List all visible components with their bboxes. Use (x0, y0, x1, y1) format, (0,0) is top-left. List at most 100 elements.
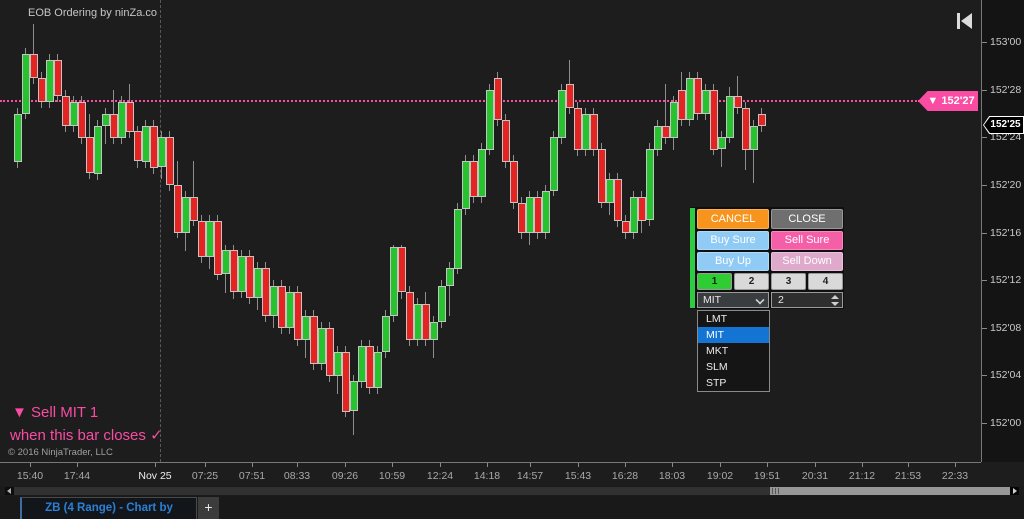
candle-body (414, 304, 422, 340)
time-axis-label: 09:26 (323, 470, 367, 482)
candle-body (110, 114, 118, 138)
candle-body (158, 137, 166, 167)
candle-body (174, 185, 182, 233)
dropdown-option-stp[interactable]: STP (698, 375, 769, 391)
quantity-value: 2 (778, 294, 784, 306)
dropdown-option-mit[interactable]: MIT (698, 327, 769, 343)
time-axis-tick (625, 463, 626, 467)
time-axis-tick (30, 463, 31, 467)
candle-body (454, 209, 462, 269)
price-axis-label: 152'12 (990, 274, 1021, 286)
candle-body (710, 90, 718, 150)
price-axis-label: 152'08 (990, 322, 1021, 334)
price-axis-tick (982, 280, 987, 281)
candle-body (678, 90, 686, 120)
candle-body (46, 60, 54, 102)
order-type-dropdown-list: LMT MIT MKT SLM STP (697, 310, 770, 392)
go-to-first-bar-icon[interactable] (956, 12, 974, 30)
time-axis-label: 19:51 (745, 470, 789, 482)
candle-body (718, 137, 726, 149)
time-axis[interactable]: 15:4017:44Nov 2507:2507:5108:3309:2610:5… (0, 462, 981, 485)
time-axis-label: 12:24 (418, 470, 462, 482)
cancel-orders-button[interactable]: CANCEL (697, 209, 769, 229)
quantity-preset-3-button[interactable]: 3 (771, 273, 806, 290)
candle-body (294, 292, 302, 340)
sell-signal-text: ▼ Sell MIT 1 (12, 404, 98, 421)
dropdown-option-mkt[interactable]: MKT (698, 343, 769, 359)
candle-body (558, 90, 566, 138)
candle-body (662, 126, 670, 138)
buy-sure-button[interactable]: Buy Sure (697, 231, 769, 250)
sell-signal-condition-text: when this bar closes ✓ (10, 426, 163, 444)
candle-body (406, 292, 414, 340)
tab-zb-chart[interactable]: ZB (4 Range) - Chart by ninZa.co (20, 497, 197, 519)
candle-body (654, 126, 662, 150)
price-axis-label: 152'00 (990, 417, 1021, 429)
time-axis-tick (392, 463, 393, 467)
dropdown-option-slm[interactable]: SLM (698, 359, 769, 375)
sell-sure-button[interactable]: Sell Sure (771, 231, 843, 250)
time-axis-tick (578, 463, 579, 467)
scrollbar-left-arrow[interactable] (5, 487, 14, 495)
time-axis-tick (155, 463, 156, 467)
current-price-label: 152'25 (984, 117, 1023, 133)
price-axis-tick (982, 185, 987, 186)
candle-body (254, 268, 262, 298)
candle-body (598, 149, 606, 203)
candle-body (478, 149, 486, 197)
close-position-button[interactable]: CLOSE (771, 209, 843, 229)
time-axis-label: 17:44 (55, 470, 99, 482)
price-axis-label: 152'04 (990, 369, 1021, 381)
candle-body (166, 137, 174, 185)
candle-body (534, 197, 542, 233)
quantity-preset-2-button[interactable]: 2 (734, 273, 769, 290)
order-type-select[interactable]: MIT (697, 292, 769, 308)
candle-body (342, 352, 350, 412)
scrollbar-right-arrow[interactable] (1010, 487, 1019, 495)
order-type-value: MIT (703, 294, 721, 306)
time-axis-tick (205, 463, 206, 467)
quantity-preset-4-button[interactable]: 4 (808, 273, 843, 290)
candle-body (350, 381, 358, 411)
time-axis-label: 14:57 (508, 470, 552, 482)
candle-body (94, 126, 102, 174)
candle-body (278, 286, 286, 328)
candle-body (422, 304, 430, 340)
candle-body (246, 256, 254, 298)
quantity-preset-1-button[interactable]: 1 (697, 273, 732, 290)
candle-body (758, 114, 766, 126)
candle-body (150, 126, 158, 168)
quantity-stepper[interactable] (831, 294, 839, 306)
time-axis-tick (252, 463, 253, 467)
time-axis-tick (720, 463, 721, 467)
tab-bar: ZB (4 Range) - Chart by ninZa.co + (0, 496, 1024, 519)
chevron-down-icon (755, 295, 764, 304)
dropdown-option-lmt[interactable]: LMT (698, 311, 769, 327)
panel-accent-strip (690, 208, 695, 308)
candle-body (310, 316, 318, 364)
sell-signal-price-flag: ▼ 152'27 (918, 91, 978, 111)
quantity-input[interactable]: 2 (771, 292, 843, 308)
candle-body (302, 316, 310, 340)
sell-down-button[interactable]: Sell Down (771, 252, 843, 271)
time-axis-label: 21:53 (886, 470, 930, 482)
candle-body (326, 328, 334, 376)
new-tab-button[interactable]: + (198, 497, 219, 519)
candle-body (694, 78, 702, 114)
scrollbar-thumb[interactable] (770, 487, 1010, 495)
candle-body (462, 161, 470, 209)
candle-body (318, 328, 326, 364)
candle-body (118, 102, 126, 138)
buy-up-button[interactable]: Buy Up (697, 252, 769, 271)
copyright-notice: © 2016 NinjaTrader, LLC (8, 447, 113, 458)
candle-body (486, 90, 494, 150)
candle-body (374, 352, 382, 388)
candle-body (54, 60, 62, 96)
candle-body (102, 114, 110, 126)
scrollbar-track[interactable] (14, 487, 1009, 495)
candle-body (590, 114, 598, 150)
price-axis-tick (982, 328, 987, 329)
candle-body (446, 268, 454, 286)
time-axis-tick (530, 463, 531, 467)
price-axis[interactable]: 152'25 153'00152'28152'24152'20152'16152… (981, 0, 1024, 462)
